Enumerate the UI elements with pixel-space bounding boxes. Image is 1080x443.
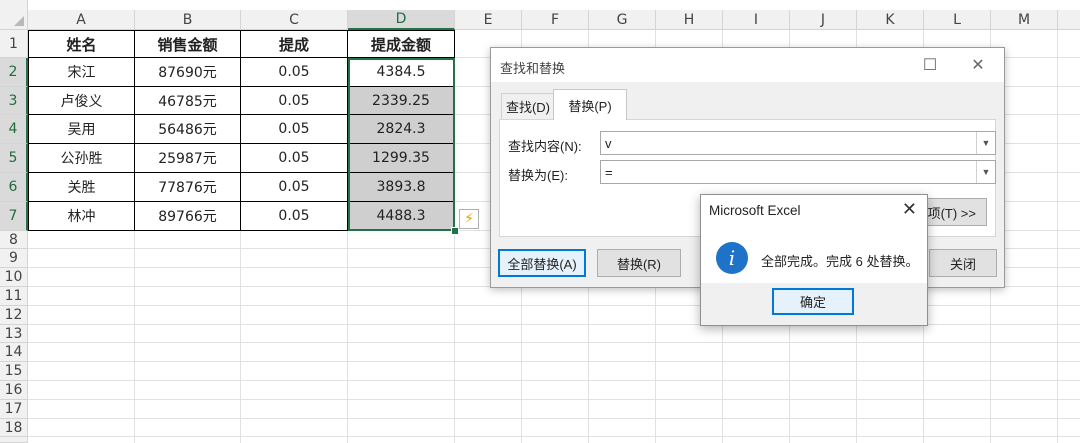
table-cell-selected[interactable]: 2339.25 <box>348 87 455 115</box>
info-icon: i <box>716 242 748 274</box>
row-header-9[interactable]: 9 <box>0 249 28 268</box>
message-titlebar[interactable]: Microsoft Excel ✕ <box>701 195 927 225</box>
grid-hline <box>28 361 1080 362</box>
replace-all-button[interactable]: 全部替换(A) <box>498 249 586 277</box>
column-header-a[interactable]: A <box>28 10 135 30</box>
column-header-g[interactable]: G <box>589 10 656 30</box>
row-header-8[interactable]: 8 <box>0 231 28 249</box>
find-what-combo[interactable]: v ▼ <box>600 131 996 155</box>
table-cell[interactable]: 87690元 <box>135 58 241 87</box>
fill-handle[interactable] <box>451 227 459 235</box>
header-cell-rate[interactable]: 提成 <box>241 31 348 58</box>
column-header-l[interactable]: L <box>924 10 991 30</box>
find-what-label: 查找内容(N): <box>508 139 582 154</box>
column-header-f[interactable]: F <box>522 10 589 30</box>
row-header-15[interactable]: 15 <box>0 362 28 381</box>
table-cell[interactable]: 46785元 <box>135 87 241 115</box>
select-all-corner[interactable] <box>0 0 28 30</box>
grid-hline <box>28 399 1080 400</box>
column-header-k[interactable]: K <box>857 10 924 30</box>
tab-find[interactable]: 查找(D) <box>501 93 555 119</box>
table-cell[interactable]: 吴用 <box>29 115 135 144</box>
close-button[interactable]: 关闭 <box>929 249 997 277</box>
maximize-icon[interactable]: ☐ <box>916 54 944 76</box>
close-icon[interactable]: ✕ <box>902 199 917 220</box>
replace-with-label: 替换为(E): <box>508 168 568 183</box>
table-cell[interactable]: 0.05 <box>241 58 348 87</box>
dialog-title: 查找和替换 <box>500 61 566 76</box>
ok-button[interactable]: 确定 <box>772 288 854 315</box>
replace-with-combo[interactable]: = ▼ <box>600 160 996 184</box>
row-header-1[interactable]: 1 <box>0 30 28 58</box>
grid-hline <box>28 418 1080 419</box>
table-cell[interactable]: 宋江 <box>29 58 135 87</box>
table-cell-selected[interactable]: 1299.35 <box>348 144 455 173</box>
column-header-overflow <box>1058 10 1080 30</box>
column-header-c[interactable]: C <box>241 10 348 30</box>
column-header-h[interactable]: H <box>656 10 723 30</box>
table-cell-active[interactable]: 4384.5 <box>348 58 455 87</box>
message-title: Microsoft Excel <box>709 203 801 218</box>
flash-fill-icon[interactable]: ⚡ <box>459 209 479 229</box>
table-cell[interactable]: 0.05 <box>241 115 348 144</box>
table-cell[interactable]: 公孙胜 <box>29 144 135 173</box>
table-cell[interactable]: 卢俊义 <box>29 87 135 115</box>
replace-button[interactable]: 替换(R) <box>597 249 681 277</box>
column-header-i[interactable]: I <box>723 10 790 30</box>
table-cell[interactable]: 77876元 <box>135 173 241 202</box>
table-cell-selected[interactable]: 2824.3 <box>348 115 455 144</box>
table-cell[interactable]: 0.05 <box>241 87 348 115</box>
row-header-17[interactable]: 17 <box>0 400 28 419</box>
row-header-13[interactable]: 13 <box>0 325 28 343</box>
column-header-e[interactable]: E <box>455 10 522 30</box>
table-cell[interactable]: 林冲 <box>29 202 135 231</box>
header-cell-name[interactable]: 姓名 <box>29 31 135 58</box>
table-cell[interactable]: 25987元 <box>135 144 241 173</box>
chevron-down-icon[interactable]: ▼ <box>976 132 995 154</box>
grid-hline <box>28 342 1080 343</box>
row-header-16[interactable]: 16 <box>0 381 28 400</box>
row-header-2[interactable]: 2 <box>0 58 28 87</box>
table-cell[interactable]: 关胜 <box>29 173 135 202</box>
row-header-5[interactable]: 5 <box>0 144 28 173</box>
row-header-4[interactable]: 4 <box>0 115 28 144</box>
column-header-b[interactable]: B <box>135 10 241 30</box>
dialog-titlebar[interactable]: 查找和替换 ☐ ✕ <box>491 48 1004 82</box>
row-header-18[interactable]: 18 <box>0 419 28 437</box>
row-header-12[interactable]: 12 <box>0 306 28 325</box>
message-box: Microsoft Excel ✕ i 全部完成。完成 6 处替换。 确定 <box>700 194 928 326</box>
row-header-10[interactable]: 10 <box>0 268 28 287</box>
message-text: 全部完成。完成 6 处替换。 <box>761 254 919 269</box>
table-cell[interactable]: 0.05 <box>241 202 348 231</box>
table-cell-selected[interactable]: 4488.3 <box>348 202 455 231</box>
table-cell-selected[interactable]: 3893.8 <box>348 173 455 202</box>
find-what-value: v <box>605 136 612 151</box>
table-cell[interactable]: 56486元 <box>135 115 241 144</box>
replace-with-value: = <box>605 165 613 180</box>
row-header-3[interactable]: 3 <box>0 87 28 115</box>
header-cell-sales[interactable]: 销售金额 <box>135 31 241 58</box>
close-icon[interactable]: ✕ <box>964 54 992 76</box>
row-header-14[interactable]: 14 <box>0 343 28 362</box>
grid-hline <box>28 436 1080 437</box>
header-cell-commission[interactable]: 提成金额 <box>348 31 455 58</box>
column-header-m[interactable]: M <box>991 10 1058 30</box>
grid-hline <box>28 380 1080 381</box>
column-header-j[interactable]: J <box>790 10 857 30</box>
grid-vline <box>1057 30 1058 443</box>
row-header-7[interactable]: 7 <box>0 202 28 231</box>
row-header-6[interactable]: 6 <box>0 173 28 202</box>
tab-replace[interactable]: 替换(P) <box>553 89 627 120</box>
table-cell[interactable]: 89766元 <box>135 202 241 231</box>
column-header-d[interactable]: D <box>348 10 455 30</box>
row-header-11[interactable]: 11 <box>0 287 28 306</box>
chevron-down-icon[interactable]: ▼ <box>976 161 995 183</box>
table-cell[interactable]: 0.05 <box>241 173 348 202</box>
row-header-19[interactable]: 19 <box>0 437 28 443</box>
table-cell[interactable]: 0.05 <box>241 144 348 173</box>
